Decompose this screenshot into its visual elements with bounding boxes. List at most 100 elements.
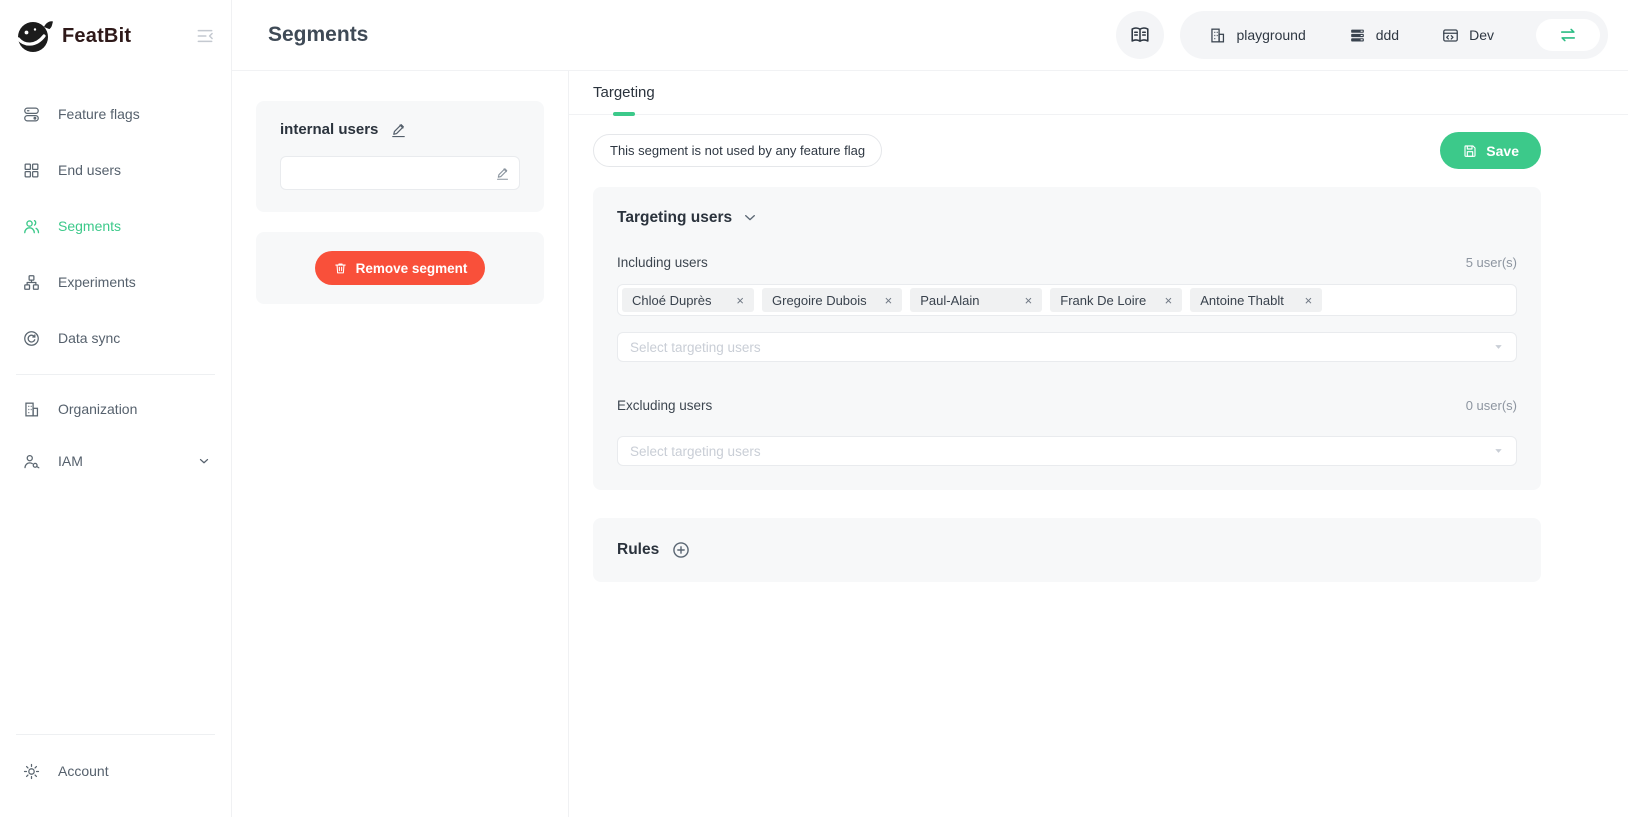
code-window-icon <box>1441 26 1460 45</box>
remove-segment-card: Remove segment <box>256 232 544 304</box>
caret-down-icon <box>1493 446 1504 457</box>
sidebar-item-label: Account <box>58 763 109 779</box>
excluding-users-count: 0 user(s) <box>1466 398 1517 413</box>
swap-arrows-icon <box>1558 25 1578 45</box>
sidebar-item-label: Feature flags <box>58 106 140 122</box>
sidebar-item-account[interactable]: Account <box>0 743 231 799</box>
rules-section: Rules <box>593 518 1541 582</box>
brand-name: FeatBit <box>62 25 131 48</box>
trash-icon <box>333 261 348 276</box>
tab-bar: Targeting <box>569 71 1628 115</box>
segment-name-row: internal users <box>280 121 520 138</box>
user-chip: Gregoire Dubois × <box>762 288 902 312</box>
user-chip: Antoine Thablt × <box>1190 288 1322 312</box>
save-button[interactable]: Save <box>1440 132 1541 169</box>
sidebar-item-data-sync[interactable]: Data sync <box>0 310 231 366</box>
user-chip: Paul-Alain × <box>910 288 1042 312</box>
user-chip: Frank De Loire × <box>1050 288 1182 312</box>
targeting-users-section: Targeting users Including users 5 user(s… <box>593 187 1541 490</box>
tab-targeting[interactable]: Targeting <box>593 71 655 114</box>
action-row: This segment is not used by any feature … <box>593 132 1541 169</box>
organization-icon <box>22 400 41 419</box>
excluding-users-select[interactable]: Select targeting users <box>617 436 1517 466</box>
add-rule-icon[interactable] <box>671 540 691 560</box>
remove-segment-label: Remove segment <box>356 261 468 276</box>
end-users-icon <box>22 161 41 180</box>
sidebar-item-label: Organization <box>58 401 137 417</box>
save-button-label: Save <box>1486 143 1519 159</box>
project-name: playground <box>1236 27 1305 43</box>
including-users-select[interactable]: Select targeting users <box>617 332 1517 362</box>
documentation-button[interactable] <box>1116 11 1164 59</box>
sidebar-divider <box>16 374 215 375</box>
chip-remove-icon[interactable]: × <box>1025 294 1033 307</box>
user-chip-label: Gregoire Dubois <box>772 293 867 308</box>
excluding-users-label: Excluding users <box>617 398 712 413</box>
sidebar-item-label: Data sync <box>58 330 120 346</box>
workspace-name: ddd <box>1376 27 1399 43</box>
remove-segment-button[interactable]: Remove segment <box>315 251 486 285</box>
stack-icon <box>1348 26 1367 45</box>
chevron-down-icon[interactable] <box>742 210 758 226</box>
sidebar-item-label: End users <box>58 162 121 178</box>
sidebar-item-segments[interactable]: Segments <box>0 198 231 254</box>
sidebar-item-iam[interactable]: IAM <box>0 435 231 487</box>
excluding-users-row: Excluding users 0 user(s) <box>617 398 1517 413</box>
select-placeholder: Select targeting users <box>630 444 761 459</box>
chip-remove-icon[interactable]: × <box>1305 294 1313 307</box>
environment-name: Dev <box>1469 27 1494 43</box>
sidebar: FeatBit Feature flags End users <box>0 0 232 817</box>
user-chip-label: Antoine Thablt <box>1200 293 1284 308</box>
targeting-users-header: Targeting users <box>617 209 1517 227</box>
sidebar-header: FeatBit <box>0 0 231 72</box>
rules-title: Rules <box>617 541 659 559</box>
building-icon <box>1208 26 1227 45</box>
sidebar-item-end-users[interactable]: End users <box>0 142 231 198</box>
tab-label: Targeting <box>593 84 655 101</box>
user-chip-label: Frank De Loire <box>1060 293 1146 308</box>
app-root: FeatBit Feature flags End users <box>0 0 1628 817</box>
page-title: Segments <box>268 23 368 47</box>
switch-environment-button[interactable] <box>1536 19 1600 51</box>
sidebar-footer: Account <box>0 726 231 817</box>
active-tab-indicator <box>613 112 635 116</box>
environment-selector[interactable]: Dev <box>1441 26 1494 45</box>
save-icon <box>1462 143 1478 159</box>
edit-description-icon[interactable] <box>495 166 510 181</box>
targeting-panel: Targeting This segment is not used by an… <box>569 71 1628 817</box>
segment-name-card: internal users <box>256 101 544 212</box>
chip-remove-icon[interactable]: × <box>736 294 744 307</box>
chip-remove-icon[interactable]: × <box>885 294 893 307</box>
iam-icon <box>22 452 41 471</box>
workspace-selector[interactable]: ddd <box>1348 26 1399 45</box>
featbit-logo-icon <box>14 16 54 56</box>
experiments-icon <box>22 273 41 292</box>
segment-description-input[interactable] <box>280 156 520 190</box>
sidebar-item-label: IAM <box>58 453 83 469</box>
user-chip-label: Paul-Alain <box>920 293 979 308</box>
sidebar-item-experiments[interactable]: Experiments <box>0 254 231 310</box>
sidebar-divider <box>16 734 215 735</box>
sidebar-item-organization[interactable]: Organization <box>0 383 231 435</box>
caret-down-icon <box>1493 342 1504 353</box>
select-placeholder: Select targeting users <box>630 340 761 355</box>
data-sync-icon <box>22 329 41 348</box>
segments-icon <box>22 217 41 236</box>
env-switcher: playground ddd <box>1180 11 1608 59</box>
chip-remove-icon[interactable]: × <box>1165 294 1173 307</box>
segment-description-wrap <box>280 156 520 190</box>
project-selector[interactable]: playground <box>1208 26 1305 45</box>
sidebar-item-label: Experiments <box>58 274 136 290</box>
main-area: Segments pl <box>232 0 1628 817</box>
sidebar-item-label: Segments <box>58 218 121 234</box>
including-users-count: 5 user(s) <box>1466 255 1517 270</box>
sidebar-nav: Feature flags End users Segments <box>0 72 231 487</box>
segment-name: internal users <box>280 121 378 138</box>
sidebar-collapse-icon[interactable] <box>195 26 215 46</box>
sidebar-item-feature-flags[interactable]: Feature flags <box>0 86 231 142</box>
chevron-down-icon <box>197 454 211 468</box>
content: internal users <box>232 71 1628 817</box>
edit-name-icon[interactable] <box>390 121 407 138</box>
segment-panel: internal users <box>232 71 569 817</box>
feature-flags-icon <box>22 105 41 124</box>
